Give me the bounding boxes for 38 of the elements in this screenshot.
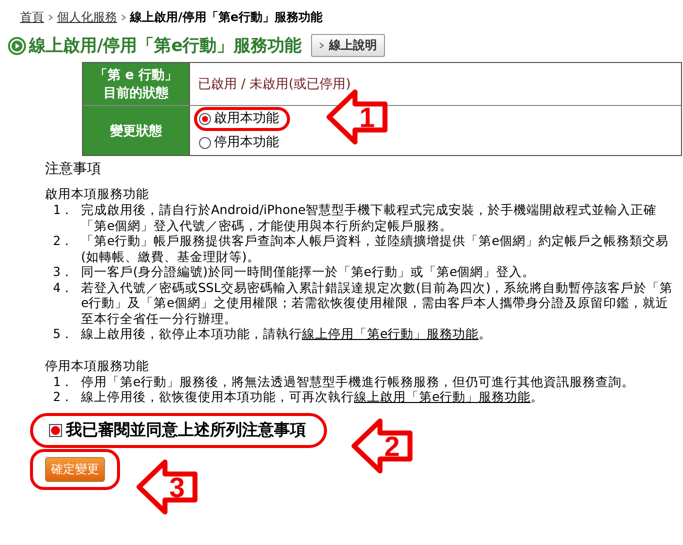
item-number: 5．	[53, 326, 75, 342]
chevron-right-icon	[121, 14, 126, 21]
item-number: 2．	[53, 389, 75, 404]
inline-link[interactable]: 線上停用「第e行動」服務功能	[302, 326, 479, 341]
item-text: 同一客戶(身分證編號)於同一時間僅能擇一於「第e行動」或「第e個網」登入。	[81, 264, 536, 280]
section-heading: 停用本項服務功能	[45, 358, 150, 374]
breadcrumb-current: 線上啟用/停用「第e行動」服務功能	[130, 9, 323, 26]
chevron-right-icon	[48, 14, 53, 21]
item-text: 「第e行動」帳戶服務提供客戶查詢本人帳戶資料，並陸續擴增提供「第e個網」約定帳戶之帳務類交易(如轉帳、繳費、基金理財等)。	[81, 233, 670, 264]
chevron-right-icon	[318, 42, 324, 49]
table-header-cell: 「第 e 行動」目前的狀態	[83, 63, 190, 105]
item-text: 線上停用後，欲恢復使用本項功能，可再次執行線上啟用「第e行動」服務功能。	[81, 389, 545, 404]
page-title: 線上啟用/停用「第e行動」服務功能	[29, 35, 302, 57]
inline-link[interactable]: 線上啟用「第e行動」服務功能	[354, 389, 531, 404]
item-number: 1．	[53, 374, 75, 389]
item-number: 2．	[53, 233, 75, 250]
radio-option[interactable]: 啟用本功能	[194, 106, 290, 130]
callout-number: 1	[359, 102, 375, 133]
item-text: 若登入代號／密碼或SSL交易密碼輸入累計錯誤達規定次數(目前為四次)，系統將自動暫停該客戶於「第e行動」及「第e個網」之使用權限；若需欲恢復使用權限，需由客戶本人攜帶身分證及原留印鑑，就近至本行全省任一分行辦理。	[81, 280, 674, 326]
breadcrumb-link[interactable]: 首頁	[20, 9, 44, 26]
callout-number: 3	[169, 472, 185, 503]
help-button[interactable]: 線上說明	[310, 34, 385, 57]
play-circle-icon	[8, 36, 26, 54]
notes-heading: 注意事項	[45, 160, 102, 178]
item-text: 完成啟用後，請自行於Android/iPhone智慧型手機下載程式完成安裝，於手機端開啟程式並輸入正確「第e個網」登入代號／密碼，才能使用與本行所約定帳戶服務。	[81, 202, 658, 233]
breadcrumb-link[interactable]: 個人化服務	[57, 9, 117, 26]
item-number: 1．	[53, 202, 75, 219]
callout-number: 2	[384, 431, 400, 462]
table-header-cell: 變更狀態	[83, 106, 190, 155]
agreement-checkbox[interactable]: 我已審閱並同意上述所列注意事項	[30, 412, 327, 448]
section-heading: 啟用本項服務功能	[45, 186, 150, 202]
radio-option[interactable]: 停用本功能	[194, 130, 290, 154]
item-text: 停用「第e行動」服務後，將無法透過智慧型手機進行帳務服務，但仍可進行其他資訊服務查詢。	[81, 374, 636, 389]
status-value: 已啟用 / 未啟用(或已停用)	[198, 76, 352, 93]
item-number: 4．	[53, 280, 75, 296]
item-text: 線上啟用後，欲停止本項功能，請執行線上停用「第e行動」服務功能。	[81, 326, 493, 342]
checkbox[interactable]	[49, 424, 62, 436]
item-number: 3．	[53, 264, 75, 280]
